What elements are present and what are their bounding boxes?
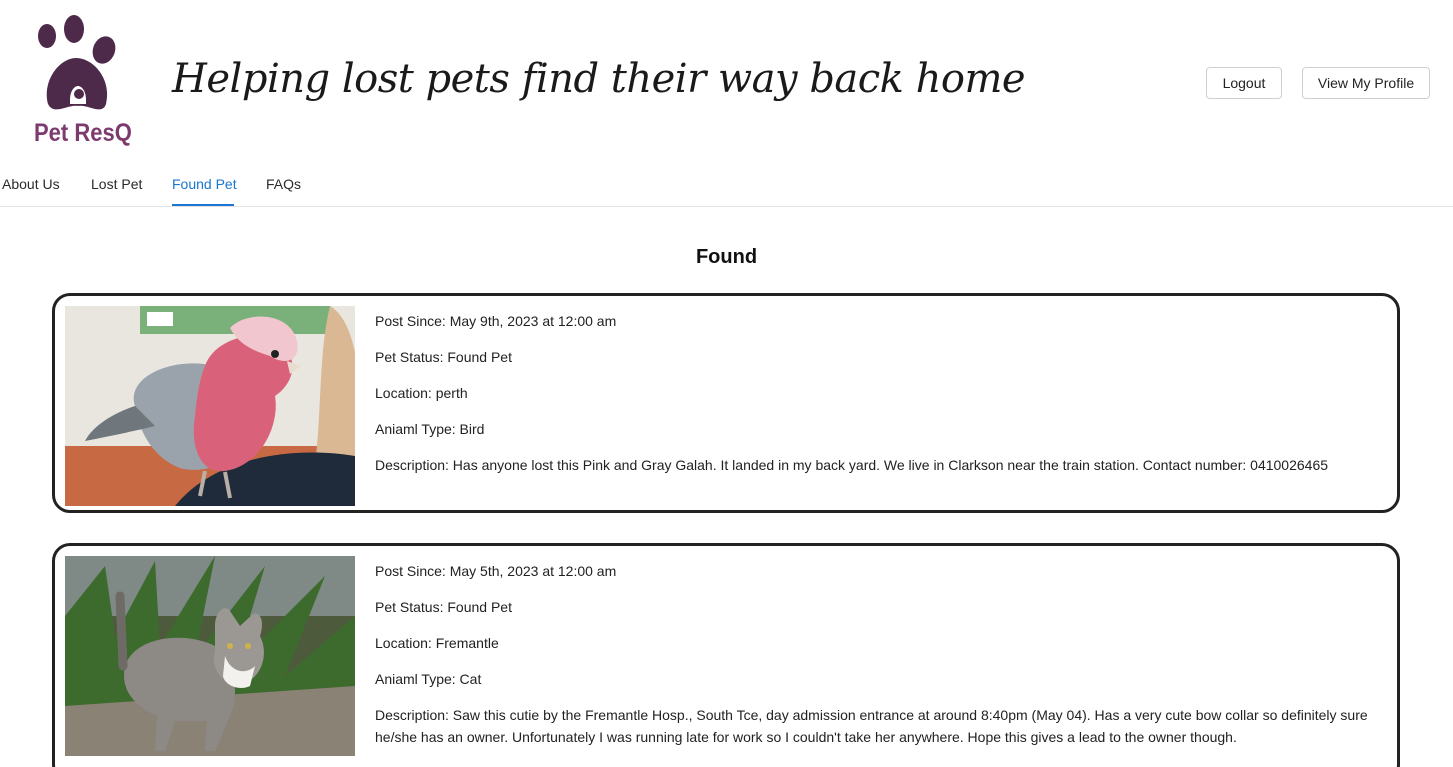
nav-tab-about-us[interactable]: About Us [2, 176, 60, 192]
pet-post-card[interactable]: Post Since: May 5th, 2023 at 12:00 am Pe… [52, 543, 1400, 767]
view-profile-button[interactable]: View My Profile [1302, 67, 1430, 99]
pet-post-card[interactable]: Post Since: May 9th, 2023 at 12:00 am Pe… [52, 293, 1400, 513]
nav-tab-found-pet[interactable]: Found Pet [172, 176, 237, 192]
brand-name: Pet ResQ [34, 119, 132, 147]
animal-type: Aniaml Type: Bird [375, 421, 485, 437]
pet-location: Location: Fremantle [375, 635, 499, 651]
animal-type: Aniaml Type: Cat [375, 671, 482, 687]
post-date: Post Since: May 9th, 2023 at 12:00 am [375, 313, 617, 329]
pet-status: Pet Status: Found Pet [375, 349, 512, 365]
pet-details: Post Since: May 9th, 2023 at 12:00 am Pe… [375, 310, 1397, 490]
page-title: Found [695, 246, 758, 268]
pet-description: Description: Has anyone lost this Pink a… [375, 457, 1329, 473]
pet-photo-cat[interactable] [65, 556, 355, 756]
pet-description: Description: Saw this cutie by the Frema… [375, 707, 1368, 745]
post-date: Post Since: May 5th, 2023 at 12:00 am [375, 563, 617, 579]
nav-tab-faqs[interactable]: FAQs [266, 176, 301, 192]
site-tagline: Helping lost pets find their way back ho… [172, 56, 1026, 102]
pet-status: Pet Status: Found Pet [375, 599, 512, 615]
pet-location: Location: perth [375, 385, 468, 401]
active-tab-indicator [172, 204, 234, 206]
site-header: Pet ResQ Helping lost pets find their wa… [0, 0, 1453, 160]
logout-button[interactable]: Logout [1206, 67, 1282, 99]
nav-tab-lost-pet[interactable]: Lost Pet [91, 176, 142, 192]
main-nav: About Us Lost Pet Found Pet FAQs [0, 160, 1453, 207]
pet-details: Post Since: May 5th, 2023 at 12:00 am Pe… [375, 560, 1397, 762]
pet-photo-galah[interactable] [65, 306, 355, 506]
